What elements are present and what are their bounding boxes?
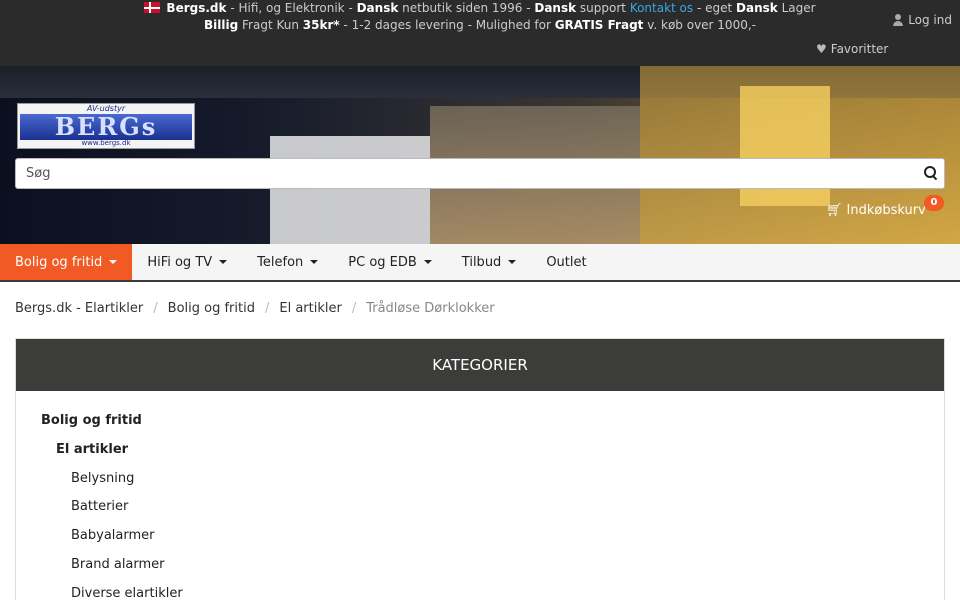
breadcrumb-link[interactable]: El artikler (279, 301, 341, 316)
categories-title: KATEGORIER (16, 339, 944, 391)
hero-wall (270, 136, 430, 244)
breadcrumb: Bergs.dk - Elartikler / Bolig og fritid / El… (15, 301, 495, 316)
promo-line-2: Billig Fragt Kun 35kr* - 1-2 dages lever… (0, 17, 960, 34)
category-item[interactable]: Bolig og fritid (16, 411, 944, 440)
contact-link[interactable]: Kontakt os (630, 1, 693, 15)
promo-text: Dansk (736, 1, 778, 15)
cart-link[interactable]: 🛒︎ Indkøbskurv (826, 203, 926, 218)
breadcrumb-link[interactable]: Bergs.dk - Elartikler (15, 301, 143, 316)
logo-url: www.bergs.dk (81, 139, 131, 147)
nav-item-label: Outlet (546, 254, 587, 270)
promo-text: GRATIS Fragt (554, 18, 644, 32)
logo-wordmark: BERGs (20, 114, 192, 140)
caret-down-icon (508, 260, 517, 264)
promo-text: support (576, 1, 630, 15)
nav-item-tilbud[interactable]: Tilbud (447, 244, 532, 280)
login-link[interactable]: Log ind (892, 13, 952, 27)
category-item[interactable]: Babyalarmer (16, 526, 944, 555)
danish-flag-icon (144, 2, 161, 13)
promo-line-1: Bergs.dk - Hifi, og Elektronik - Dansk n… (0, 0, 960, 17)
promo-text: - 1-2 dages levering - Mulighed for (339, 18, 555, 32)
promo-text: Fragt Kun (238, 18, 303, 32)
favorites-link[interactable]: ♥ Favoritter (816, 42, 888, 56)
nav-item-label: Telefon (257, 254, 304, 270)
promo-text: - Hifi, og Elektronik - (226, 1, 357, 15)
promo-text: - eget (693, 1, 737, 15)
promo-text: Dansk (534, 1, 577, 15)
main-navigation: Bolig og fritid HiFi og TV Telefon PC og ED… (0, 244, 960, 282)
cart-count-badge: 0 (924, 195, 944, 211)
promo-text: netbutik siden 1996 - (398, 1, 535, 15)
nav-item-label: Tilbud (461, 254, 502, 270)
nav-item-label: Bolig og fritid (15, 254, 103, 270)
top-bar: Bergs.dk - Hifi, og Elektronik - Dansk n… (0, 0, 960, 66)
nav-item-label: PC og EDB (348, 254, 417, 270)
caret-down-icon (219, 260, 228, 264)
user-icon (892, 14, 904, 26)
caret-down-icon (109, 260, 118, 264)
breadcrumb-separator: / (264, 301, 270, 316)
hero-banner (0, 66, 960, 244)
cart-label: Indkøbskurv (846, 203, 926, 218)
caret-down-icon (310, 260, 319, 264)
promo-text: Bergs.dk (166, 1, 227, 15)
search-input[interactable] (16, 159, 896, 188)
category-item[interactable]: El artikler (16, 440, 944, 469)
nav-item-outlet[interactable]: Outlet (531, 244, 601, 280)
breadcrumb-current: Trådløse Dørklokker (366, 301, 495, 316)
login-label: Log ind (908, 13, 952, 27)
breadcrumb-separator: / (153, 301, 158, 316)
category-item[interactable]: Batterier (16, 497, 944, 526)
nav-item-hifi-og-tv[interactable]: HiFi og TV (132, 244, 242, 280)
breadcrumb-separator: / (351, 301, 357, 316)
nav-item-telefon[interactable]: Telefon (242, 244, 333, 280)
category-item[interactable]: Brand alarmer (16, 555, 944, 584)
nav-item-label: HiFi og TV (147, 254, 213, 270)
heart-icon: ♥ (816, 42, 827, 56)
promo-text: v. køb over 1000,- (643, 18, 756, 32)
caret-down-icon (423, 260, 432, 264)
search-bar (15, 158, 945, 189)
nav-item-bolig-og-fritid[interactable]: Bolig og fritid (0, 244, 133, 280)
promo-text: Dansk (356, 1, 399, 15)
category-item[interactable]: Diverse elartikler (16, 584, 944, 600)
promo-text: Billig (204, 18, 239, 32)
search-icon[interactable] (924, 166, 938, 180)
site-logo[interactable]: AV-udstyr BERGs www.bergs.dk (17, 103, 195, 149)
promo-text: Lager (777, 1, 816, 15)
category-item[interactable]: Belysning (16, 469, 944, 498)
shopping-cart-icon: 🛒︎ (826, 203, 843, 218)
promo-text: 35kr* (302, 18, 340, 32)
categories-list: Bolig og fritid El artikler Belysning Batte… (16, 391, 944, 600)
breadcrumb-link[interactable]: Bolig og fritid (168, 301, 255, 316)
nav-item-pc-og-edb[interactable]: PC og EDB (333, 244, 447, 280)
favorites-label: Favoritter (830, 42, 889, 56)
promo-banner: Bergs.dk - Hifi, og Elektronik - Dansk n… (0, 0, 960, 34)
categories-panel: KATEGORIER Bolig og fritid El artikler Bel… (15, 338, 945, 600)
